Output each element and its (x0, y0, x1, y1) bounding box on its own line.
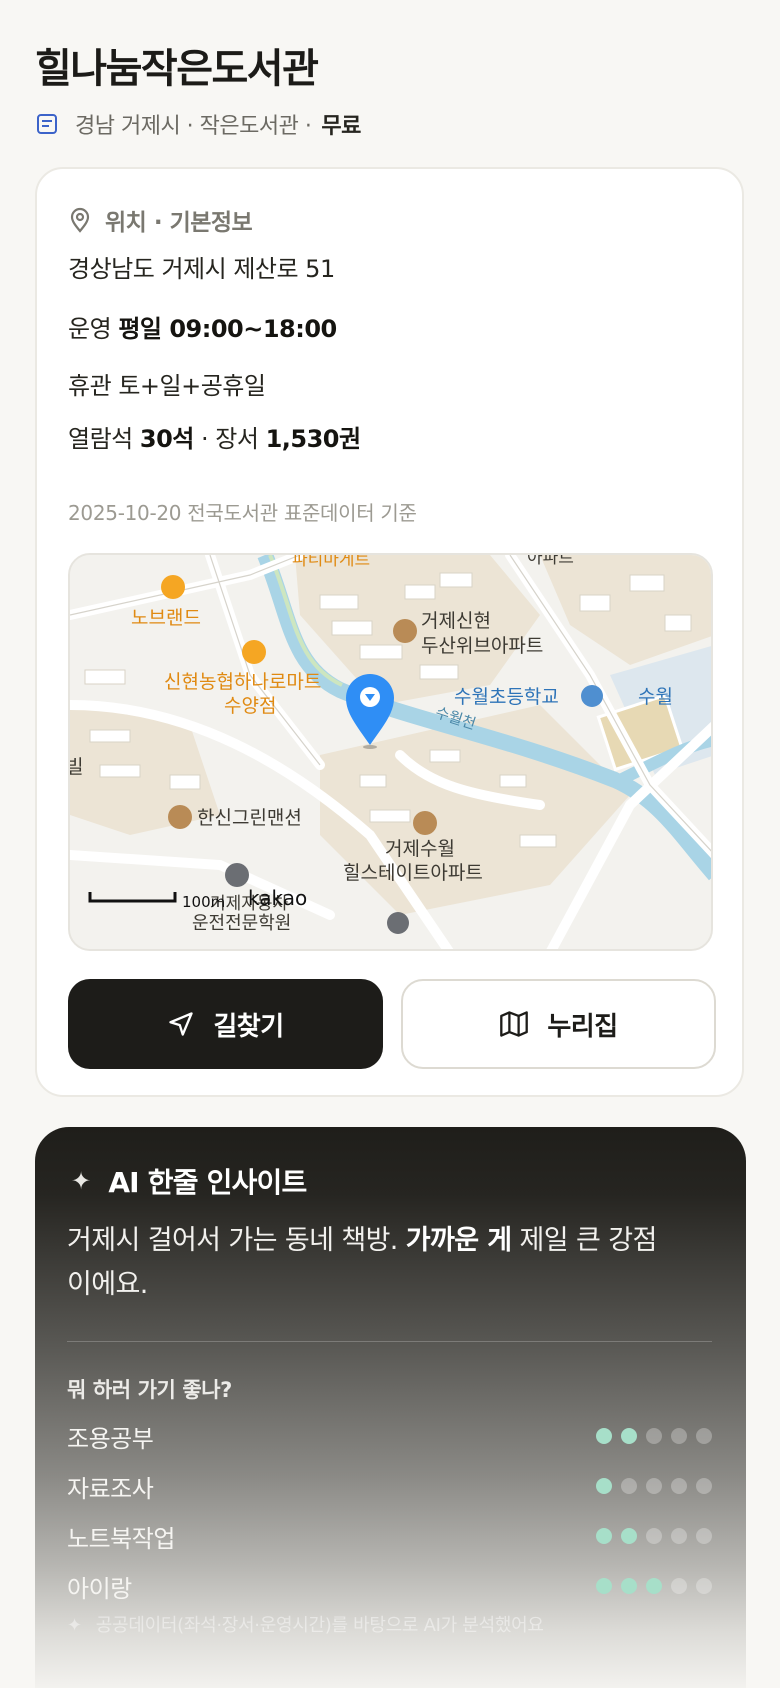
rating-label: 아이랑 (67, 1574, 132, 1603)
rating-dot-empty (671, 1428, 687, 1444)
map-label-mart: 신현농협하나로마트 (164, 671, 321, 693)
rating-dot-empty (671, 1478, 687, 1494)
fee-badge: 무료 (321, 114, 361, 139)
sparkle-icon: ✦ (71, 1167, 91, 1195)
location-map[interactable]: 노브랜드 신현농협하나로마트 수양점 거제신현 두산위브아파트 수월초등학교 수… (68, 553, 713, 951)
ai-insight-panel: ✦ AI 한줄 인사이트 거제시 걸어서 가는 동네 책방. 가까운 게 제일 … (35, 1127, 746, 1688)
rating-row: 자료조사 (67, 1466, 712, 1506)
school-poi-icon[interactable] (581, 685, 603, 707)
map-label-top-right: 아파트 (527, 555, 574, 568)
navigation-arrow-icon (169, 1012, 194, 1036)
rating-label: 노트북작업 (67, 1524, 175, 1553)
rating-dot-filled (621, 1428, 637, 1444)
ai-header: ✦ AI 한줄 인사이트 (71, 1161, 307, 1201)
rating-label: 자료조사 (67, 1474, 154, 1503)
data-source: 2025-10-20 전국도서관 표준데이터 기준 (68, 501, 417, 525)
shopping-poi-icon[interactable] (242, 640, 266, 664)
section-title: 위치 · 기본정보 (105, 210, 253, 236)
kakao-logo: kakao (248, 886, 307, 910)
rating-row: 노트북작업 (67, 1516, 712, 1556)
rating-dot-filled (646, 1578, 662, 1594)
rating-dots (596, 1428, 712, 1444)
ai-insight-text: 거제시 걸어서 가는 동네 책방. 가까운 게 제일 큰 강점이에요. (67, 1219, 667, 1307)
rating-row: 조용공부 (67, 1416, 712, 1456)
closed-value: 토+일+공휴일 (118, 372, 266, 400)
map-label-hanshin: 한신그린맨션 (197, 807, 302, 829)
activity-question: 뭐 하러 가기 좋나? (67, 1378, 232, 1402)
poi-icon[interactable] (387, 912, 409, 934)
map-scale-label: 100m (182, 893, 225, 911)
hours-value: 평일 09:00~18:00 (118, 315, 337, 343)
apartment-poi-icon[interactable] (393, 619, 417, 643)
books-label: · 장서 (201, 425, 259, 453)
page-title: 힐나눔작은도서관 (35, 46, 319, 92)
map-icon (500, 1011, 529, 1037)
map-label-apt2: 거제수월 (385, 838, 455, 860)
map-label-school: 수월초등학교 (454, 686, 559, 708)
rating-dot-filled (596, 1478, 612, 1494)
divider (67, 1341, 712, 1342)
rating-row: 아이랑 (67, 1566, 712, 1606)
website-button[interactable]: 누리집 (401, 979, 716, 1069)
hours-row: 운영 평일 09:00~18:00 (68, 309, 337, 344)
books-value: 1,530권 (265, 425, 362, 453)
rating-dot-empty (646, 1528, 662, 1544)
rating-dot-empty (646, 1428, 662, 1444)
map-label-apt2-sub: 힐스테이트아파트 (343, 862, 483, 884)
section-header: 위치 · 기본정보 (69, 203, 253, 237)
map-label-mart-branch: 수양점 (224, 695, 276, 717)
location-pin-icon (70, 207, 90, 233)
rating-dot-empty (696, 1578, 712, 1594)
sparkle-icon: ✦ (67, 1615, 82, 1636)
map-label-apt1-sub: 두산위브아파트 (421, 635, 543, 657)
directions-button[interactable]: 길찾기 (68, 979, 383, 1069)
rating-dot-filled (621, 1578, 637, 1594)
document-icon (37, 114, 57, 134)
ai-title: AI 한줄 인사이트 (108, 1166, 307, 1199)
insight-highlight: 가까운 게 (405, 1225, 512, 1256)
rating-dot-filled (596, 1428, 612, 1444)
map-label-school-cut: 수월 (638, 686, 673, 708)
directions-label: 길찾기 (213, 1011, 284, 1042)
seats-value: 30석 (139, 425, 194, 453)
library-meta: 경남 거제시 · 작은도서관 · 무료 (35, 108, 361, 140)
rating-dot-empty (696, 1428, 712, 1444)
info-card: 위치 · 기본정보 경상남도 거제시 제산로 51 운영 평일 09:00~18… (35, 167, 744, 1097)
closed-label: 휴관 (68, 372, 112, 400)
region-text: 경남 거제시 · 작은도서관 · (75, 114, 312, 139)
website-label: 누리집 (547, 1011, 618, 1042)
rating-dot-empty (621, 1478, 637, 1494)
rating-dot-empty (696, 1478, 712, 1494)
rating-dot-empty (696, 1528, 712, 1544)
closed-row: 휴관 토+일+공휴일 (68, 366, 266, 401)
capacity-row: 열람석 30석 · 장서 1,530권 (68, 419, 361, 454)
seats-label: 열람석 (68, 425, 133, 453)
rating-dot-empty (671, 1528, 687, 1544)
map-label-bottom: 운전전문학원 (192, 913, 291, 934)
map-label-nobrand: 노브랜드 (131, 607, 201, 629)
rating-dot-filled (596, 1578, 612, 1594)
footnote-text: 공공데이터(좌석·장서·운영시간)를 바탕으로 AI가 분석했어요 (95, 1615, 544, 1636)
rating-dots (596, 1478, 712, 1494)
rating-dot-filled (596, 1528, 612, 1544)
map-label-top: 파티마게트 (292, 555, 370, 570)
map-label-apt1: 거제신현 (421, 610, 491, 632)
rating-label: 조용공부 (67, 1424, 154, 1453)
shopping-poi-icon[interactable] (161, 575, 185, 599)
address: 경상남도 거제시 제산로 51 (68, 255, 335, 283)
rating-dot-empty (646, 1478, 662, 1494)
map-label-left: 빌 (70, 756, 83, 778)
hours-label: 운영 (68, 315, 112, 343)
rating-dot-empty (671, 1578, 687, 1594)
driving-school-poi-icon[interactable] (225, 863, 249, 887)
rating-dot-filled (621, 1528, 637, 1544)
ai-footnote: ✦ 공공데이터(좌석·장서·운영시간)를 바탕으로 AI가 분석했어요 (67, 1611, 544, 1637)
apartment-poi-icon[interactable] (413, 811, 437, 835)
apartment-poi-icon[interactable] (168, 805, 192, 829)
insight-part-1: 거제시 걸어서 가는 동네 책방. (67, 1225, 406, 1256)
rating-dots (596, 1578, 712, 1594)
rating-dots (596, 1528, 712, 1544)
